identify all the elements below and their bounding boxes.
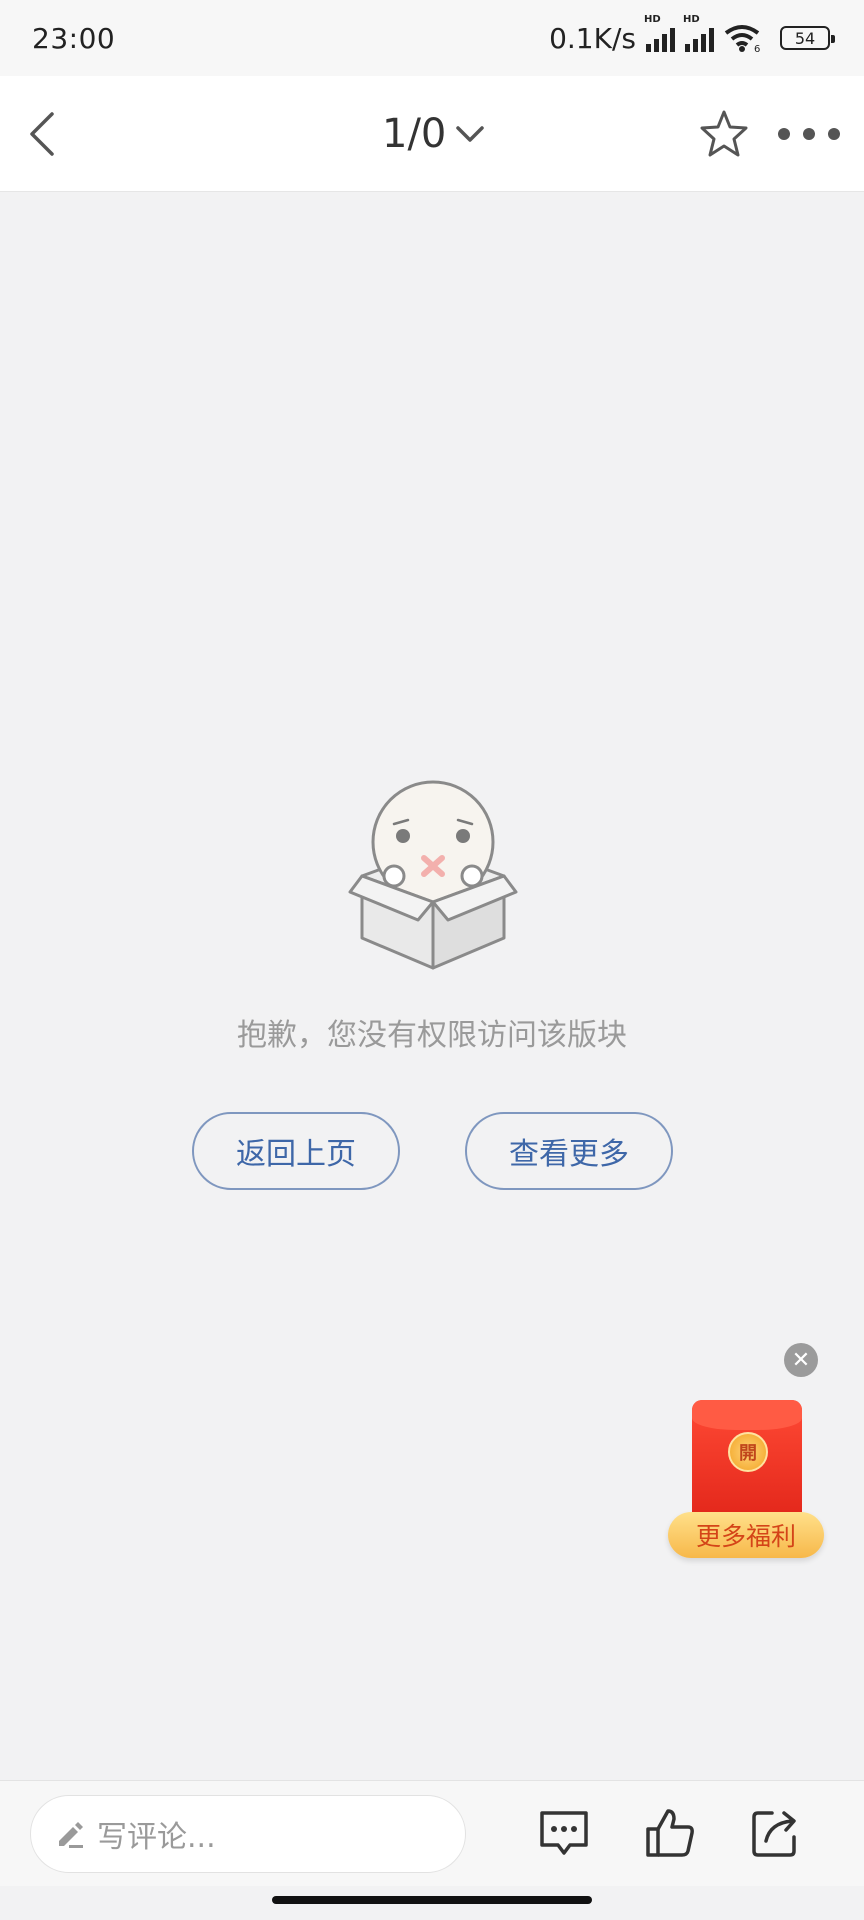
signal-hd-label: HD xyxy=(644,14,661,25)
more-options-button[interactable] xyxy=(778,116,840,152)
wifi-label: 6 xyxy=(754,44,760,53)
wifi-icon: 6 xyxy=(724,25,760,53)
network-speed: 0.1K/s xyxy=(549,21,636,55)
cell-signal-icon: HD xyxy=(644,14,675,52)
red-envelope-icon: 開 xyxy=(692,1400,802,1522)
view-more-button[interactable]: 查看更多 xyxy=(465,1112,673,1190)
pencil-icon xyxy=(59,1822,83,1848)
page-indicator-text: 1/0 xyxy=(382,111,447,157)
no-permission-illustration xyxy=(348,780,518,970)
red-envelope-promo[interactable]: 開 更多福利 xyxy=(666,1400,826,1560)
more-dot-icon xyxy=(778,128,790,140)
favorite-button[interactable] xyxy=(696,106,752,162)
thumbs-up-icon xyxy=(646,1809,694,1857)
top-nav: 1/0 xyxy=(0,76,864,192)
signal-hd-label-2: HD xyxy=(683,14,700,25)
back-button[interactable] xyxy=(22,106,72,162)
more-dot-icon xyxy=(803,128,815,140)
cell-signal-icon-2: HD xyxy=(683,14,714,52)
chevron-left-icon xyxy=(30,112,54,156)
chevron-down-icon xyxy=(456,126,485,142)
home-indicator[interactable] xyxy=(272,1896,592,1904)
share-button[interactable] xyxy=(748,1805,804,1861)
promo-label: 更多福利 xyxy=(668,1512,824,1558)
star-icon xyxy=(700,110,748,157)
share-icon xyxy=(752,1811,796,1857)
go-back-button[interactable]: 返回上页 xyxy=(192,1112,400,1190)
no-permission-message: 抱歉，您没有权限访问该版块 xyxy=(237,1018,627,1053)
page-indicator[interactable]: 1/0 xyxy=(382,104,486,164)
comment-bubble-icon xyxy=(540,1811,588,1855)
bottom-bar: 写评论... xyxy=(0,1780,864,1886)
more-dot-icon xyxy=(828,128,840,140)
status-indicators: 0.1K/s HD HD 6 54 xyxy=(549,14,835,55)
like-button[interactable] xyxy=(642,1805,698,1861)
comment-placeholder: 写评论... xyxy=(97,1820,216,1855)
comments-button[interactable] xyxy=(536,1805,592,1861)
status-bar: 23:00 0.1K/s HD HD 6 54 xyxy=(0,0,864,76)
battery-level: 54 xyxy=(794,28,816,48)
comment-input[interactable]: 写评论... xyxy=(30,1795,466,1873)
promo-coin: 開 xyxy=(728,1432,768,1472)
promo-close-icon[interactable]: ✕ xyxy=(784,1343,818,1377)
status-time: 23:00 xyxy=(32,21,116,55)
battery-icon: 54 xyxy=(780,26,835,50)
